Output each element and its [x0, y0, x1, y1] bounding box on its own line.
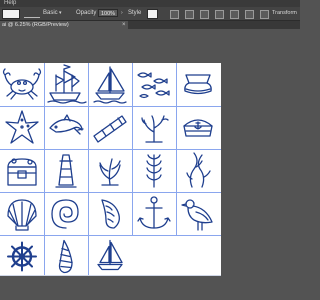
guide-line	[0, 106, 221, 107]
opacity-label: Opacity	[76, 10, 97, 16]
lighthouse-icon[interactable]	[44, 149, 88, 192]
align-top-icon[interactable]	[230, 10, 239, 19]
kelp-icon[interactable]	[176, 149, 220, 192]
fish-school-icon[interactable]	[132, 63, 176, 106]
document-tab-title: ai @ 6.25% (RGB/Preview)	[2, 22, 69, 28]
auger-shell-icon[interactable]	[44, 235, 88, 275]
stroke-weight-field[interactable]	[2, 9, 20, 19]
anchor-icon[interactable]	[132, 192, 176, 235]
brush-style-label[interactable]: Basic	[43, 9, 58, 18]
seaweed-bush-icon[interactable]	[88, 149, 132, 192]
starfish-icon[interactable]	[0, 106, 44, 149]
recolor-icon[interactable]	[170, 10, 179, 19]
brush-stroke-preview[interactable]	[24, 12, 40, 18]
align-middle-icon[interactable]	[245, 10, 254, 19]
document-tab[interactable]: ai @ 6.25% (RGB/Preview) ×	[0, 21, 128, 29]
sailor-cap-anchor-icon[interactable]	[176, 106, 220, 149]
guide-line	[44, 63, 45, 275]
dolphin-icon[interactable]	[44, 106, 88, 149]
align-right-icon[interactable]	[215, 10, 224, 19]
guide-line	[88, 63, 89, 275]
align-left-icon[interactable]	[185, 10, 194, 19]
guide-line	[0, 149, 221, 150]
control-bar: Basic ▾ Opacity 100% › Style Transform	[0, 7, 300, 21]
small-sailboat-icon[interactable]	[88, 235, 132, 275]
guide-line	[0, 192, 221, 193]
document-tab-bar: ai @ 6.25% (RGB/Preview) ×	[0, 21, 300, 29]
opacity-field[interactable]: 100%	[98, 9, 118, 17]
artboard[interactable]	[0, 63, 221, 275]
artboard-edge	[0, 275, 221, 276]
align-bottom-icon[interactable]	[260, 10, 269, 19]
menu-bar: Help	[0, 0, 300, 7]
spyglass-icon[interactable]	[88, 106, 132, 149]
seaweed-sprig-icon[interactable]	[132, 149, 176, 192]
treasure-chest-icon[interactable]	[0, 149, 44, 192]
sailboat-icon[interactable]	[88, 63, 132, 106]
pirate-ship-icon[interactable]	[44, 63, 88, 106]
chevron-down-icon[interactable]: ▾	[59, 9, 62, 18]
style-swatch[interactable]	[147, 9, 158, 19]
sailor-hat-round-icon[interactable]	[176, 63, 220, 106]
menu-item-help[interactable]: Help	[4, 0, 16, 6]
close-icon[interactable]: ×	[122, 21, 126, 29]
align-center-icon[interactable]	[200, 10, 209, 19]
guide-line	[0, 235, 221, 236]
coral-icon[interactable]	[132, 106, 176, 149]
chevron-right-icon[interactable]: ›	[121, 9, 123, 18]
crab-icon[interactable]	[0, 63, 44, 106]
seagull-icon[interactable]	[176, 192, 220, 235]
nautilus-shell-icon[interactable]	[44, 192, 88, 235]
transform-button[interactable]: Transform	[272, 9, 297, 18]
conch-shell-icon[interactable]	[88, 192, 132, 235]
style-label: Style	[128, 10, 142, 16]
scallop-shell-icon[interactable]	[0, 192, 44, 235]
ship-wheel-icon[interactable]	[0, 235, 44, 275]
